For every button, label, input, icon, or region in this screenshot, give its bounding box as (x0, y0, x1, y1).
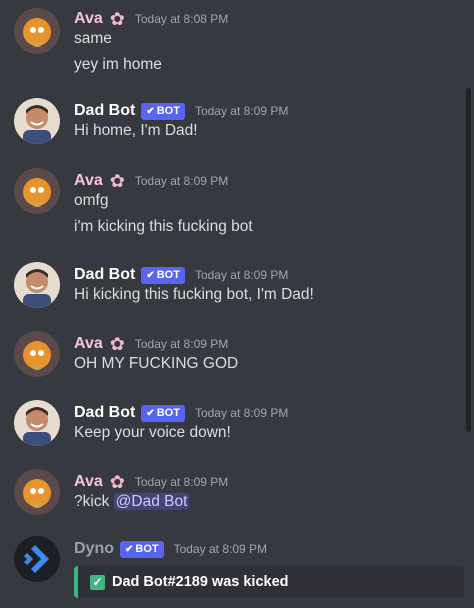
message-text: same (74, 30, 112, 47)
check-icon: ✔ (125, 543, 134, 555)
bot-badge-label: BOT (135, 542, 159, 555)
bot-badge-label: BOT (156, 268, 180, 281)
checkmark-icon: ✓ (90, 574, 105, 590)
bot-badge-label: BOT (156, 406, 180, 419)
kick-embed: ✓ Dad Bot#2189 was kicked (74, 566, 464, 598)
timestamp: Today at 8:08 PM (134, 12, 229, 26)
bot-badge: ✔ BOT (120, 540, 164, 558)
author-name[interactable]: Ava (74, 335, 103, 353)
message-text: Hi kicking this fucking bot, I'm Dad! (74, 286, 314, 303)
avatar-dad-bot[interactable] (14, 98, 60, 144)
author-name[interactable]: Dad Bot (74, 404, 135, 422)
timestamp: Today at 8:09 PM (194, 268, 289, 282)
message-text: omfg (74, 192, 109, 209)
message-text: ?kick @Dad Bot (74, 493, 190, 511)
bot-badge: ✔ BOT (141, 266, 185, 284)
flower-icon: ✿ (109, 334, 125, 354)
author-name[interactable]: Dad Bot (74, 266, 135, 284)
message-text: Keep your voice down! (74, 424, 231, 441)
flower-icon: ✿ (109, 9, 125, 29)
message-text: i'm kicking this fucking bot (74, 218, 253, 235)
check-icon: ✔ (146, 269, 155, 281)
message-text: OH MY FUCKING GOD (74, 355, 239, 372)
command-text: ?kick (74, 493, 110, 510)
check-icon: ✔ (146, 105, 155, 117)
message-text: yey im home (74, 56, 162, 73)
flower-icon: ✿ (109, 171, 125, 191)
chat-messages: Ava ✿ Today at 8:08 PM same yey im home … (0, 0, 474, 608)
avatar-ava[interactable] (14, 8, 60, 54)
avatar-ava[interactable] (14, 168, 60, 214)
author-name[interactable]: Dyno (74, 540, 114, 558)
timestamp: Today at 8:09 PM (194, 406, 289, 420)
timestamp: Today at 8:09 PM (134, 337, 229, 351)
timestamp: Today at 8:09 PM (134, 475, 229, 489)
bot-badge-label: BOT (156, 104, 180, 117)
author-name[interactable]: Ava (74, 473, 103, 491)
avatar-ava[interactable] (14, 331, 60, 377)
avatar-ava[interactable] (14, 469, 60, 515)
user-mention[interactable]: @Dad Bot (113, 493, 190, 510)
author-name[interactable]: Dad Bot (74, 102, 135, 120)
avatar-dad-bot[interactable] (14, 262, 60, 308)
timestamp: Today at 8:09 PM (194, 104, 289, 118)
check-icon: ✔ (146, 407, 155, 419)
embed-text: Dad Bot#2189 was kicked (112, 574, 289, 590)
bot-badge: ✔ BOT (141, 404, 185, 422)
timestamp: Today at 8:09 PM (173, 542, 268, 556)
author-name[interactable]: Ava (74, 10, 103, 28)
avatar-dad-bot[interactable] (14, 400, 60, 446)
scrollbar[interactable] (466, 88, 471, 432)
timestamp: Today at 8:09 PM (134, 174, 229, 188)
author-name[interactable]: Ava (74, 172, 103, 190)
bot-badge: ✔ BOT (141, 102, 185, 120)
avatar-dyno[interactable] (14, 536, 60, 582)
message-text: Hi home, I'm Dad! (74, 122, 198, 139)
flower-icon: ✿ (109, 472, 125, 492)
